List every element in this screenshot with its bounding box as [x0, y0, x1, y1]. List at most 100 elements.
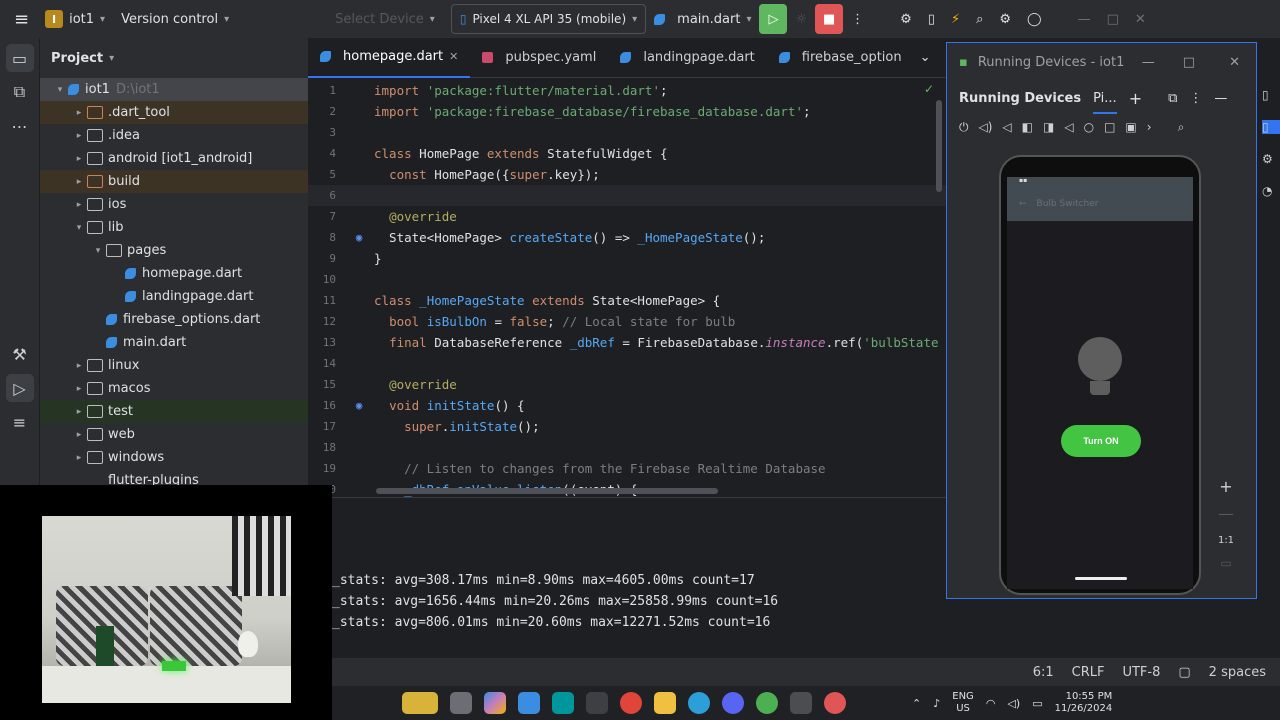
debug-button[interactable]: ☼: [787, 4, 815, 34]
code-line[interactable]: 6: [308, 185, 946, 206]
home-icon[interactable]: ○: [1084, 120, 1094, 134]
code-area[interactable]: 1 import 'package:flutter/material.dart';…: [308, 78, 946, 500]
flutter-inspector-icon[interactable]: ⚙: [892, 4, 920, 34]
project-panel-header[interactable]: Project ▾: [40, 38, 308, 78]
minimize-window-icon[interactable]: —: [1070, 4, 1099, 34]
chevron-right-icon[interactable]: ▸: [71, 430, 87, 440]
gradle-icon[interactable]: ⚙: [1262, 152, 1280, 166]
volume-icon[interactable]: ◁): [1007, 697, 1020, 710]
main-menu-button[interactable]: ≡: [6, 4, 37, 34]
hide-panel-icon[interactable]: —: [1214, 91, 1227, 106]
vcs-menu[interactable]: Version control ▾: [113, 4, 237, 34]
discord-icon[interactable]: [722, 692, 744, 714]
tree-item[interactable]: ▸ .dart_tool: [40, 101, 308, 124]
snipping-tool-icon[interactable]: [586, 692, 608, 714]
override-marker-icon[interactable]: ◉: [344, 231, 374, 244]
chevron-right-icon[interactable]: ▸: [71, 108, 87, 118]
pen-app-icon[interactable]: [402, 692, 438, 714]
studio-running-icon[interactable]: [790, 692, 812, 714]
editor-scrollbar[interactable]: [376, 488, 718, 494]
overview-icon[interactable]: □: [1104, 120, 1115, 134]
device-screen[interactable]: ▪▪ ← Bulb Switcher Turn ON: [1007, 177, 1193, 589]
tree-item[interactable]: ▸ linux: [40, 354, 308, 377]
copilot-icon[interactable]: [484, 692, 506, 714]
editor-tab[interactable]: pubspec.yaml: [470, 38, 608, 78]
code-line[interactable]: 13 final DatabaseReference _dbRef = Fire…: [308, 332, 946, 353]
code-line[interactable]: 7 @override: [308, 206, 946, 227]
zoom-out-icon[interactable]: —: [1213, 504, 1239, 523]
maximize-window-icon[interactable]: □: [1099, 4, 1127, 34]
rotate-left-icon[interactable]: ◧: [1022, 120, 1033, 134]
tree-item[interactable]: homepage.dart: [40, 262, 308, 285]
account-icon[interactable]: ◯: [1019, 4, 1050, 34]
editor-tab[interactable]: homepage.dart ✕: [308, 38, 471, 78]
home-indicator[interactable]: [1075, 577, 1127, 580]
edge-icon[interactable]: [688, 692, 710, 714]
clock[interactable]: 10:55 PM 11/26/2024: [1055, 691, 1113, 715]
tree-item[interactable]: ▸ windows: [40, 446, 308, 469]
structure-icon[interactable]: ⧉: [6, 78, 34, 106]
code-line[interactable]: 5 const HomePage({super.key});: [308, 164, 946, 185]
volume-down-icon[interactable]: ◁: [1002, 120, 1011, 134]
search-icon[interactable]: ⌕: [968, 4, 991, 34]
chevron-right-icon[interactable]: ▸: [71, 407, 87, 417]
tree-item[interactable]: landingpage.dart: [40, 285, 308, 308]
readonly-icon[interactable]: ▢: [1178, 665, 1190, 680]
screenshot-icon[interactable]: ▣: [1125, 120, 1136, 134]
project-folder-icon[interactable]: ▭: [5, 44, 34, 72]
android-studio-icon[interactable]: [518, 692, 540, 714]
add-device-icon[interactable]: +: [1129, 89, 1142, 108]
wifi-icon[interactable]: ◠: [986, 697, 996, 710]
zoom-in-icon[interactable]: +: [1213, 477, 1239, 496]
device-dropdown[interactable]: ▯ Pixel 4 XL API 35 (mobile) ▾: [450, 4, 647, 34]
file-explorer-icon[interactable]: [450, 692, 472, 714]
mic-icon[interactable]: ♪: [933, 697, 940, 710]
fit-screen-icon[interactable]: ▭: [1213, 556, 1239, 570]
indent-setting[interactable]: 2 spaces: [1209, 665, 1266, 680]
power-icon[interactable]: ⏻: [959, 120, 969, 135]
code-line[interactable]: 19 // Listen to changes from the Firebas…: [308, 458, 946, 479]
code-line[interactable]: 2 import 'package:firebase_database/fireb…: [308, 101, 946, 122]
code-line[interactable]: 11 class _HomePageState extends State<Hom…: [308, 290, 946, 311]
code-line[interactable]: 8 ◉ State<HomePage> createState() => _Hom…: [308, 227, 946, 248]
cursor-position[interactable]: 6:1: [1033, 665, 1054, 680]
device-manager-side-icon[interactable]: ▯: [1262, 88, 1280, 102]
tray-up-arrow-icon[interactable]: ⌃: [912, 697, 921, 710]
code-line[interactable]: 17 super.initState();: [308, 416, 946, 437]
line-separator[interactable]: CRLF: [1072, 665, 1105, 680]
close-icon[interactable]: ✕: [1229, 55, 1240, 70]
rotate-right-icon[interactable]: ◨: [1043, 120, 1054, 134]
volume-up-icon[interactable]: ◁): [979, 120, 993, 134]
recorder-icon[interactable]: [824, 692, 846, 714]
tree-item[interactable]: ▸ test: [40, 400, 308, 423]
override-marker-icon[interactable]: ◉: [344, 399, 374, 412]
minimize-icon[interactable]: —: [1142, 55, 1155, 70]
running-devices-side-icon[interactable]: ▯: [1262, 120, 1280, 134]
code-line[interactable]: 18: [308, 437, 946, 458]
project-selector[interactable]: I iot1 ▾: [37, 4, 113, 34]
chevron-right-icon[interactable]: ▸: [71, 177, 87, 187]
code-line[interactable]: 14: [308, 353, 946, 374]
chevron-down-icon[interactable]: ▾: [71, 223, 87, 233]
code-line[interactable]: 3: [308, 122, 946, 143]
tree-item[interactable]: ▸ .idea: [40, 124, 308, 147]
device-select-dropdown[interactable]: Select Device ▾: [327, 4, 443, 34]
build-icon[interactable]: ⚒: [6, 340, 34, 368]
tree-item[interactable]: ▸ build: [40, 170, 308, 193]
chevron-right-icon[interactable]: ▸: [71, 453, 87, 463]
stop-button[interactable]: ■: [815, 4, 844, 34]
tabs-overflow-chevron-icon[interactable]: ⌄: [920, 50, 931, 65]
more-tools-icon[interactable]: ⋯: [6, 112, 34, 140]
back-arrow-icon[interactable]: ←: [1019, 199, 1027, 209]
more-options-icon[interactable]: ⋮: [1189, 91, 1202, 106]
language-indicator[interactable]: ENG US: [952, 691, 974, 715]
device-manager-icon[interactable]: ▯: [920, 4, 943, 34]
run-button[interactable]: ▷: [759, 4, 788, 34]
files-icon[interactable]: [654, 692, 676, 714]
settings-gear-icon[interactable]: ⚙: [991, 4, 1019, 34]
terminal-icon[interactable]: ≡: [6, 408, 34, 436]
code-line[interactable]: 16 ◉ void initState() {: [308, 395, 946, 416]
tree-item[interactable]: main.dart: [40, 331, 308, 354]
chevron-right-icon[interactable]: ▸: [71, 154, 87, 164]
tree-item[interactable]: ▾ lib: [40, 216, 308, 239]
